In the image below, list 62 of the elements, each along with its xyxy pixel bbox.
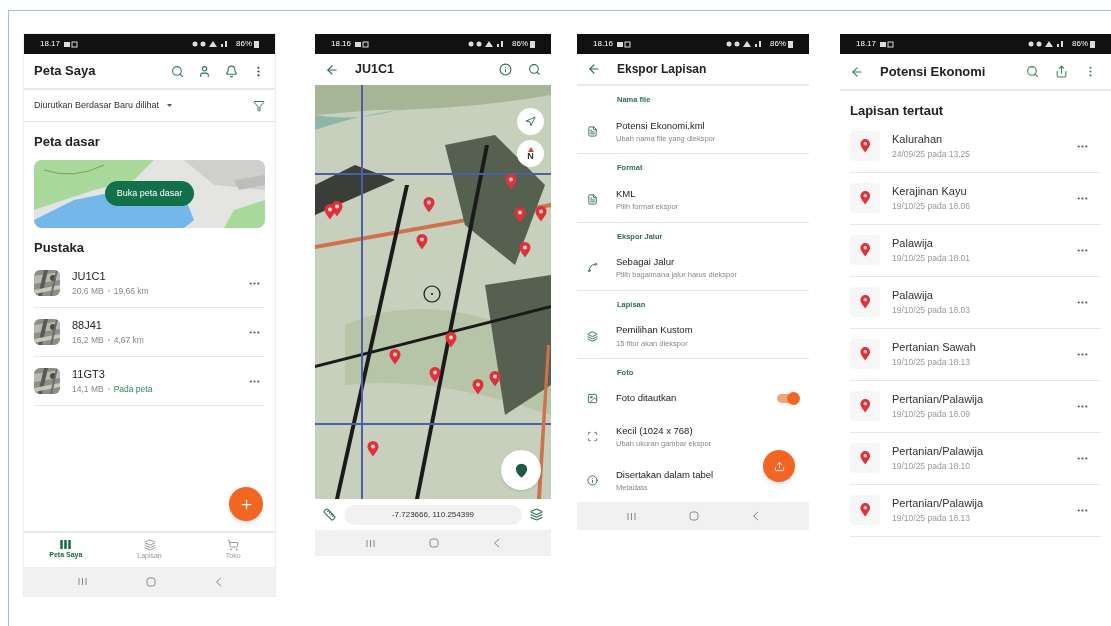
map-detail: 19,66 km: [113, 284, 149, 298]
layer-list-item[interactable]: Kerajinan Kayu 19/10/25 pada 18.06: [850, 172, 1101, 225]
screen-title: JU1C1: [355, 61, 394, 79]
map-size: 14,1 MB: [72, 382, 104, 396]
option-title: Potensi Ekonomi.kml: [616, 118, 706, 133]
status-time: 18.17: [856, 38, 877, 50]
layer-date: 19/10/25 pada 18.10: [892, 459, 971, 473]
export-option[interactable]: Foto ditautkan: [577, 382, 809, 415]
coordinates-field[interactable]: -7.723666, 110.254399: [344, 504, 522, 525]
layer-list-item[interactable]: Pertanian Sawah 19/10/25 pada 18.13: [850, 328, 1101, 381]
status-time: 18.16: [593, 38, 614, 50]
map-size: 16,2 MB: [72, 333, 104, 347]
map-name: 88J41: [72, 318, 103, 334]
option-title: Kecil (1024 x 768): [616, 423, 694, 438]
option-title: Pemilihan Kustom: [616, 323, 693, 338]
status-time: 18.16: [331, 38, 352, 50]
layer-name: Pertanian/Palawija: [892, 496, 984, 512]
layer-date: 19/10/25 pada 18.06: [892, 199, 970, 213]
battery-level: 86%: [512, 38, 528, 50]
battery-level: 86%: [1072, 38, 1088, 50]
section-heading: Pustaka: [33, 238, 85, 257]
sort-dropdown[interactable]: Diurutkan Berdasar Baru dilihat: [34, 98, 173, 113]
open-basemap-button[interactable]: Buka peta dasar: [104, 181, 195, 206]
layer-date: 24/09/25 pada 13.25: [892, 147, 970, 161]
option-title: Disertakan dalam tabel: [616, 467, 714, 482]
layer-name: Palawija: [892, 236, 934, 252]
screen-title: Ekspor Lapisan: [617, 61, 707, 78]
screen-title: Potensi Ekonomi: [880, 62, 986, 81]
section-heading: Peta dasar: [33, 133, 101, 151]
layer-name: Pertanian Sawah: [892, 340, 976, 356]
map-list-item[interactable]: 11GT3 14,1 MB Pada peta: [34, 357, 265, 406]
layer-list-item[interactable]: Pertanian/Palawija 19/10/25 pada 18.10: [850, 432, 1101, 485]
layer-list-item[interactable]: Kalurahan 24/09/25 pada 13.25: [850, 120, 1101, 173]
layer-list-item[interactable]: Palawija 19/10/25 pada 18.03: [850, 276, 1101, 329]
map-list-item[interactable]: JU1C1 20,6 MB 19,66 km: [34, 259, 265, 308]
layer-date: 19/10/25 pada 18.13: [892, 511, 971, 525]
layer-date: 19/10/25 pada 18.01: [892, 251, 970, 265]
layer-date: 19/10/25 pada 18.09: [892, 407, 971, 421]
layer-name: Palawija: [892, 288, 934, 304]
layer-name: Pertanian/Palawija: [892, 444, 984, 460]
status-time: 18.17: [40, 38, 61, 50]
battery-level: 86%: [236, 38, 252, 50]
layer-date: 19/10/25 pada 18.03: [892, 303, 970, 317]
map-detail: Pada peta: [113, 382, 153, 396]
option-title: Foto ditautkan: [616, 391, 677, 406]
layer-list-item[interactable]: Palawija 19/10/25 pada 18.01: [850, 224, 1101, 277]
layer-name: Kerajinan Kayu: [892, 184, 968, 200]
layer-name: Pertanian/Palawija: [892, 392, 984, 408]
battery-level: 86%: [770, 38, 786, 50]
map-list-item[interactable]: 88J41 16,2 MB 4,67 km: [34, 308, 265, 357]
map-name: 11GT3: [72, 367, 106, 383]
layer-date: 19/10/25 pada 18.13: [892, 355, 971, 369]
layer-list-item[interactable]: Pertanian/Palawija 19/10/25 pada 18.13: [850, 484, 1101, 537]
layer-list-item[interactable]: Pertanian/Palawija 19/10/25 pada 18.09: [850, 380, 1101, 433]
option-title: Sebagai Jalur: [616, 255, 676, 269]
section-heading: Lapisan tertaut: [849, 102, 945, 120]
map-name: JU1C1: [72, 269, 107, 285]
map-detail: 4,67 km: [113, 333, 144, 347]
option-title: KML: [616, 186, 637, 201]
screen-title: Peta Saya: [34, 62, 96, 81]
map-size: 20,6 MB: [72, 284, 104, 298]
layer-name: Kalurahan: [892, 132, 944, 148]
